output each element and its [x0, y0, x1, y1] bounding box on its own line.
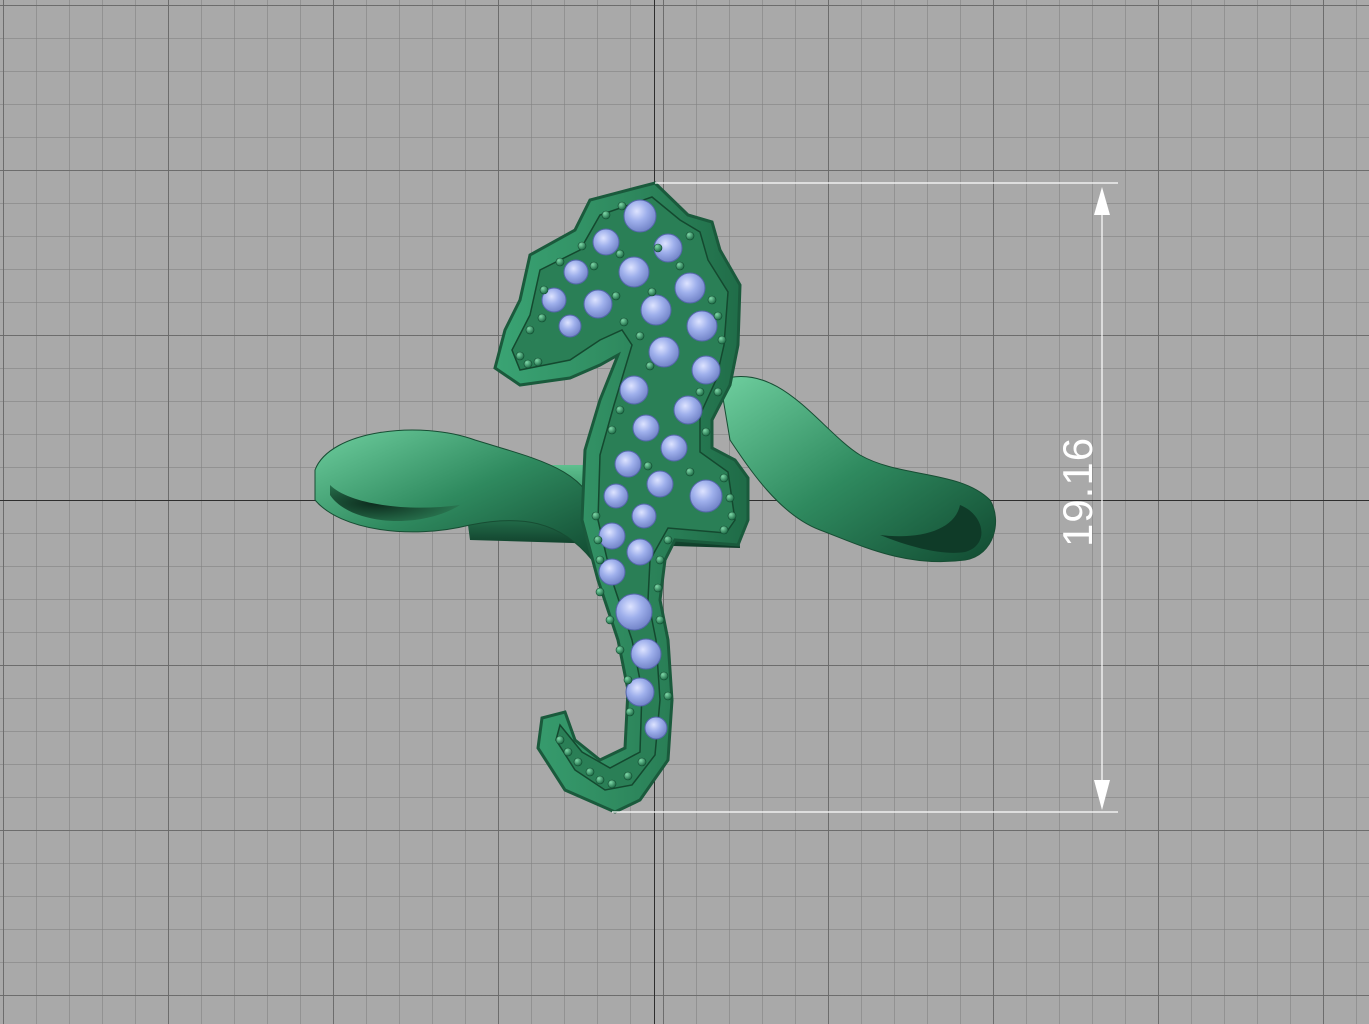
bead — [713, 387, 723, 397]
bead — [643, 461, 653, 471]
bead — [577, 241, 587, 251]
stone — [686, 310, 718, 342]
bead — [707, 295, 717, 305]
stone — [660, 434, 688, 462]
bead — [719, 473, 729, 483]
stone — [691, 355, 721, 385]
bead — [593, 535, 603, 545]
bead — [635, 331, 645, 341]
ring-model[interactable] — [0, 0, 1369, 1024]
bead — [701, 427, 711, 437]
bead — [533, 357, 543, 367]
dimension-arrow-top — [1094, 187, 1110, 215]
bead — [719, 525, 729, 535]
bead — [725, 493, 735, 503]
dimension-arrow-bottom — [1094, 780, 1110, 810]
bead — [615, 645, 625, 655]
stone — [646, 470, 674, 498]
bead — [647, 287, 657, 297]
bead — [623, 771, 633, 781]
stone — [640, 294, 672, 326]
bead — [695, 387, 705, 397]
stone — [689, 479, 723, 513]
bead — [573, 757, 583, 767]
bead — [589, 261, 599, 271]
dimension-value: 19.16 — [1054, 436, 1101, 548]
bead — [605, 615, 615, 625]
stone — [632, 414, 660, 442]
bead — [659, 671, 669, 681]
bead — [663, 691, 673, 701]
bead — [555, 257, 565, 267]
stone — [630, 638, 662, 670]
bead — [523, 359, 533, 369]
bead — [591, 511, 601, 521]
stone — [558, 314, 582, 338]
bead — [615, 249, 625, 259]
bead — [685, 467, 695, 477]
stone — [619, 375, 649, 405]
bead — [595, 555, 605, 565]
stone — [563, 259, 589, 285]
stone — [592, 228, 620, 256]
bead — [515, 351, 525, 361]
stone — [648, 336, 680, 368]
stone — [614, 450, 642, 478]
stone — [603, 483, 629, 509]
stone — [598, 522, 626, 550]
stone — [623, 199, 657, 233]
bead — [625, 707, 635, 717]
bead — [655, 555, 665, 565]
bead — [675, 261, 685, 271]
bead — [619, 317, 629, 327]
bead — [615, 405, 625, 415]
bead — [539, 285, 549, 295]
bead — [727, 511, 737, 521]
stone — [673, 395, 703, 425]
bead — [655, 615, 665, 625]
bead — [653, 243, 663, 253]
bead — [611, 291, 621, 301]
stone — [644, 716, 668, 740]
bead — [645, 361, 655, 371]
bead — [617, 201, 627, 211]
bead — [595, 587, 605, 597]
bead — [637, 757, 647, 767]
bead — [595, 775, 605, 785]
bead — [653, 583, 663, 593]
bead — [607, 425, 617, 435]
bead — [713, 311, 723, 321]
stone — [674, 272, 706, 304]
stone — [615, 593, 653, 631]
stone — [626, 538, 654, 566]
bead — [623, 675, 633, 685]
stone — [583, 289, 613, 319]
bead — [585, 767, 595, 777]
bead — [563, 747, 573, 757]
bead — [685, 231, 695, 241]
3d-viewport[interactable]: 19.16 — [0, 0, 1369, 1024]
bead — [525, 325, 535, 335]
bead — [607, 779, 617, 789]
stone — [618, 256, 650, 288]
bead — [663, 535, 673, 545]
bead — [555, 735, 565, 745]
bead — [717, 335, 727, 345]
stone — [631, 503, 657, 529]
bead — [601, 210, 611, 220]
bead — [537, 313, 547, 323]
